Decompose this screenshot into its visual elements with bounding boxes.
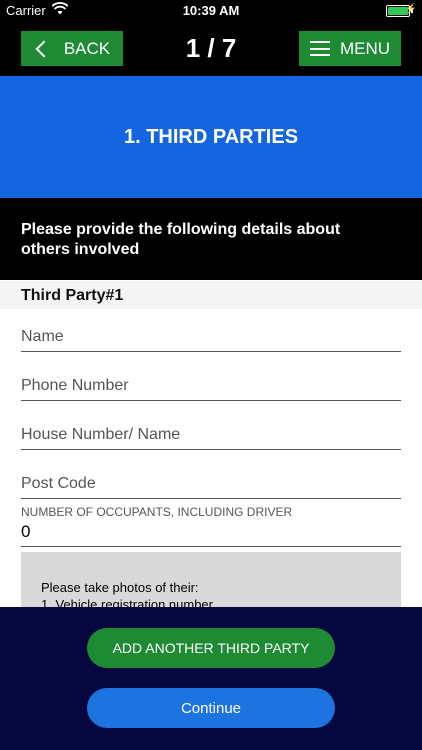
house-field: [21, 426, 401, 450]
occupants-input[interactable]: [21, 522, 401, 542]
instruction-text: Please provide the following details abo…: [21, 221, 341, 258]
status-time: 10:39 AM: [182, 3, 240, 18]
phone-input[interactable]: [21, 377, 401, 395]
footer-actions: ADD ANOTHER THIRD PARTY Continue: [0, 607, 422, 750]
page-title: 1. THIRD PARTIES: [123, 125, 299, 148]
house-input[interactable]: [21, 426, 401, 444]
photo-instructions-title: Please take photos of their:: [41, 580, 199, 595]
name-input[interactable]: [21, 328, 401, 346]
postcode-input[interactable]: [21, 475, 401, 493]
add-third-party-button[interactable]: ADD ANOTHER THIRD PARTY: [87, 628, 335, 668]
name-field: [21, 328, 401, 352]
menu-button[interactable]: MENU: [299, 31, 401, 66]
status-bar: Carrier 10:39 AM ⚡: [0, 0, 422, 20]
page-title-banner: 1. THIRD PARTIES: [0, 76, 422, 198]
occupants-field: [21, 522, 401, 547]
phone-field: [21, 377, 401, 401]
section-header: Third Party#1: [0, 281, 422, 309]
continue-button[interactable]: Continue: [87, 688, 335, 728]
menu-label: MENU: [339, 38, 391, 58]
section-title: Third Party#1: [21, 287, 124, 304]
postcode-field: [21, 475, 401, 499]
photo-instructions: Please take photos of their: 1. Vehicle …: [21, 552, 401, 608]
hamburger-icon: [309, 41, 330, 56]
instruction-panel: Please provide the following details abo…: [0, 198, 422, 280]
battery-icon: [386, 5, 413, 17]
occupants-label: NUMBER OF OCCUPANTS, INCLUDING DRIVER: [21, 505, 293, 519]
top-nav: BACK 1 / 7 MENU: [0, 20, 422, 76]
